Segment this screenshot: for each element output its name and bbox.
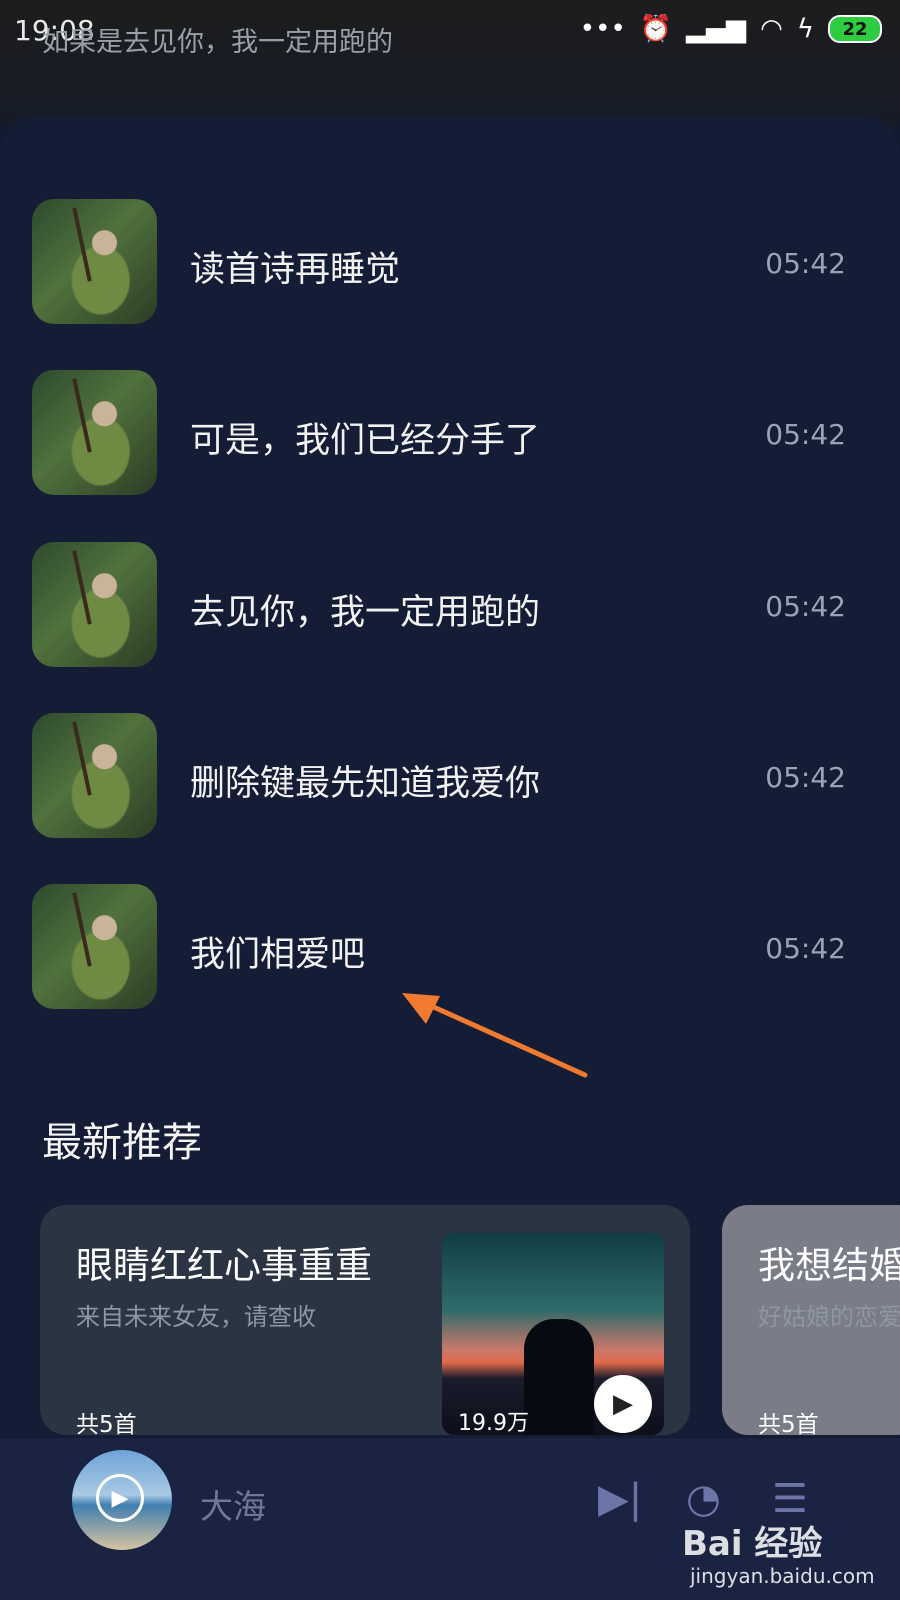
song-title: 我们相爱吧: [190, 935, 366, 975]
next-track-icon[interactable]: ▶|: [598, 1476, 642, 1522]
signal-icon: ▂▄▆: [686, 14, 747, 44]
song-cover: [32, 542, 157, 667]
card-subtitle: 来自未来女友，请查收: [76, 1303, 316, 1331]
song-row[interactable]: 可是，我们已经分手了 05:42: [0, 370, 900, 496]
card-image: 19.9万 ▶: [442, 1233, 664, 1435]
song-cover: [32, 370, 157, 495]
battery-icon: 22: [828, 15, 882, 43]
song-duration: 05:42: [765, 590, 846, 623]
section-title: 最新推荐: [42, 1120, 202, 1166]
song-duration: 05:42: [765, 932, 846, 965]
status-icons: ••• ⏰ ▂▄▆ ◠ ϟ 22: [580, 14, 882, 44]
wifi-icon: ◠: [760, 14, 783, 44]
annotation-arrow-icon: [402, 993, 588, 1078]
charging-icon: ϟ: [796, 14, 814, 44]
playlist-card[interactable]: 眼睛红红心事重重 来自未来女友，请查收 共5首 19.9万 ▶: [40, 1205, 690, 1435]
card-count: 共5首: [76, 1412, 137, 1435]
song-title: 去见你，我一定用跑的: [190, 593, 541, 633]
card-title: 我想结婚: [758, 1244, 900, 1287]
alarm-icon: ⏰: [639, 14, 673, 44]
card-subtitle: 好姑娘的恋爱: [758, 1303, 900, 1331]
now-playing-title: 大海: [200, 1487, 266, 1526]
song-cover: [32, 199, 157, 324]
couple-silhouette: [524, 1319, 594, 1435]
song-title: 删除键最先知道我爱你: [190, 764, 541, 804]
play-count: 19.9万: [458, 1411, 529, 1435]
song-cover: [32, 713, 157, 838]
card-title: 眼睛红红心事重重: [76, 1244, 372, 1287]
song-duration: 05:42: [765, 247, 846, 280]
song-title: 可是，我们已经分手了: [190, 421, 541, 461]
album-disc[interactable]: ▶: [72, 1450, 172, 1550]
more-dots-icon: •••: [579, 14, 626, 44]
play-icon[interactable]: ▶: [96, 1474, 144, 1522]
watermark-url: jingyan.baidu.com: [690, 1564, 875, 1588]
card-count: 共5首: [758, 1412, 819, 1435]
song-row[interactable]: 去见你，我一定用跑的 05:42: [0, 542, 900, 668]
song-row[interactable]: 读首诗再睡觉 05:42: [0, 199, 900, 325]
song-duration: 05:42: [765, 761, 846, 794]
song-title: 读首诗再睡觉: [190, 250, 401, 290]
playlist-card[interactable]: 我想结婚 好姑娘的恋爱 共5首: [722, 1205, 900, 1435]
notification-text: 如果是去见你，我一定用跑的: [42, 27, 393, 58]
song-duration: 05:42: [765, 418, 846, 451]
song-cover: [32, 884, 157, 1009]
watermark-brand: Bai 经验: [682, 1524, 823, 1564]
status-bar: 19:08 如果是去见你，我一定用跑的 ••• ⏰ ▂▄▆ ◠ ϟ 22: [0, 0, 900, 130]
play-icon[interactable]: ▶: [594, 1375, 652, 1433]
song-row[interactable]: 删除键最先知道我爱你 05:42: [0, 713, 900, 839]
